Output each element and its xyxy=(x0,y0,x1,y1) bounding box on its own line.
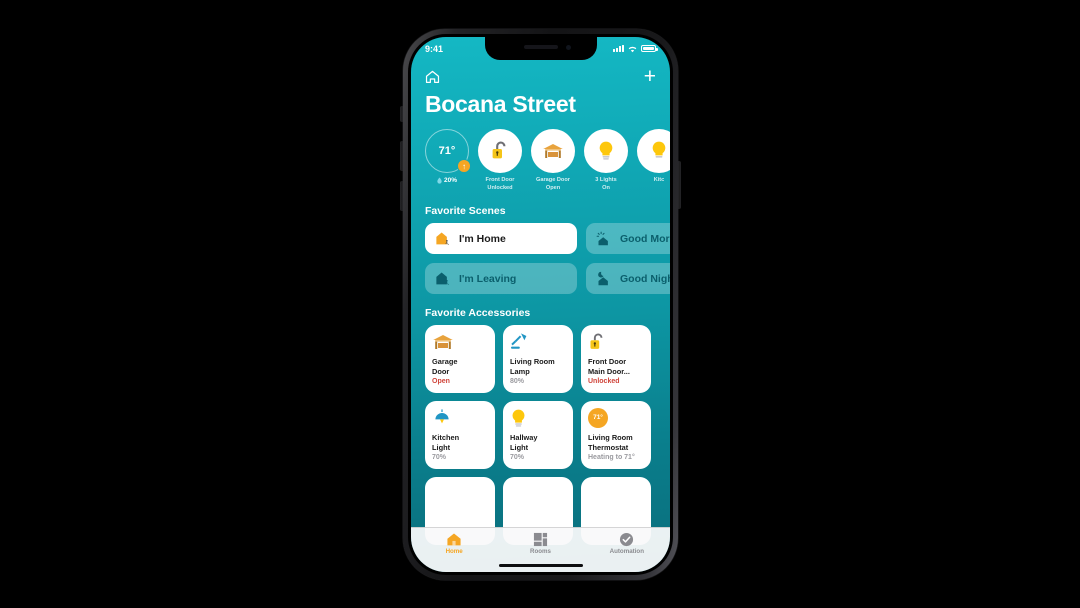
accessory-kitchen-light[interactable]: Kitchen Light 70% xyxy=(425,401,495,470)
house-walking-icon xyxy=(435,271,452,286)
scene-label: I'm Home xyxy=(459,232,506,245)
lightbulb-icon xyxy=(584,129,628,173)
earpiece-speaker xyxy=(523,45,558,49)
status-bubble-kitchen[interactable]: Kitc xyxy=(637,129,670,192)
front-camera xyxy=(565,45,571,50)
scene-label: Good Night xyxy=(620,272,670,285)
status-bubbles: 71° ↑ 20% Front Door Unlocked Garage Doo… xyxy=(411,118,670,192)
phone-bezel: 9:41 + Bocana Street 71° ↑ 20% Front Doo… xyxy=(408,34,673,575)
scene-label: I'm Leaving xyxy=(459,272,517,285)
accessory-name: Garage Door xyxy=(432,357,458,376)
status-bubble-label: 3 Lights On xyxy=(595,177,617,191)
accessory-status: 80% xyxy=(510,378,525,386)
status-bubble-label: Garage Door Open xyxy=(536,177,570,191)
home-indicator[interactable] xyxy=(498,563,583,567)
accessory-garage-door[interactable]: Garage Door Open xyxy=(425,325,495,394)
accessory-status: Heating to 71° xyxy=(588,454,635,462)
house-outline-icon[interactable] xyxy=(425,70,440,84)
nav-row: + xyxy=(411,60,670,87)
check-circle-icon xyxy=(584,532,670,547)
cellular-bars-icon xyxy=(613,45,624,52)
accessory-status: 70% xyxy=(432,454,447,462)
tab-label: Home xyxy=(445,548,463,555)
accessory-row-1: Garage Door Open Living Room Lamp 80% Fr… xyxy=(411,325,670,394)
unlocked-padlock-icon xyxy=(478,129,522,173)
accessory-living-room-lamp[interactable]: Living Room Lamp 80% xyxy=(503,325,573,394)
moon-house-icon xyxy=(596,271,613,286)
thermostat-icon: 71° xyxy=(588,408,644,430)
status-bubble-temperature[interactable]: 71° ↑ 20% xyxy=(425,129,471,192)
accessory-name: Living Room Thermostat xyxy=(588,433,633,452)
accessory-status: Open xyxy=(432,378,450,386)
status-bubble-label: Kitc xyxy=(653,177,665,183)
status-bubble-label: Front Door Unlocked xyxy=(485,177,515,191)
scene-im-home[interactable]: I'm Home xyxy=(425,223,577,255)
accessory-living-room-thermostat[interactable]: 71° Living Room Thermostat Heating to 71… xyxy=(581,401,651,470)
desk-lamp-icon xyxy=(510,332,566,354)
accessory-status: 70% xyxy=(510,454,525,462)
scene-im-leaving[interactable]: I'm Leaving xyxy=(425,263,577,295)
accessory-name: Living Room Lamp xyxy=(510,357,555,376)
scene-row-2: I'm Leaving Good Night xyxy=(411,263,670,295)
house-orange-icon xyxy=(435,231,452,246)
favorite-scenes-heading: Favorite Scenes xyxy=(425,205,506,218)
wifi-icon xyxy=(627,45,638,53)
app-content: + Bocana Street 71° ↑ 20% Front Door Unl… xyxy=(411,37,670,572)
accessory-name: Hallway Light xyxy=(510,433,538,452)
screenshot-root: 9:41 + Bocana Street 71° ↑ 20% Front Doo… xyxy=(0,0,1080,608)
thermostat-value: 71° xyxy=(588,408,608,429)
lightbulb-icon xyxy=(510,408,566,430)
pendant-light-icon xyxy=(432,408,488,430)
sun-house-icon xyxy=(596,231,613,246)
unlocked-padlock-icon xyxy=(588,332,644,354)
tab-home[interactable]: Home xyxy=(411,532,497,572)
tab-label: Automation xyxy=(609,548,644,555)
scene-label: Good Morning xyxy=(620,232,670,245)
accessory-front-door[interactable]: Front Door Main Door... Unlocked xyxy=(581,325,651,394)
add-button[interactable]: + xyxy=(644,66,656,87)
accessory-status: Unlocked xyxy=(588,378,620,386)
tab-automation[interactable]: Automation xyxy=(584,532,670,572)
house-filled-icon xyxy=(411,532,497,547)
scene-row-1: I'm Home Good Morning xyxy=(411,223,670,255)
scene-good-night[interactable]: Good Night xyxy=(586,263,670,295)
favorite-accessories-heading: Favorite Accessories xyxy=(425,307,531,320)
accessory-row-2: Kitchen Light 70% Hallway Light 70% 71° … xyxy=(411,401,670,470)
battery-icon xyxy=(641,44,658,53)
accessory-name: Kitchen Light xyxy=(432,433,460,452)
water-drop-icon xyxy=(437,177,442,184)
garage-icon xyxy=(432,332,488,354)
heating-arrow-badge: ↑ xyxy=(457,159,471,173)
humidity-readout: 20% xyxy=(425,177,469,184)
temperature-value: 71° xyxy=(438,145,456,157)
humidity-value: 20% xyxy=(443,177,457,184)
page-title: Bocana Street xyxy=(425,91,576,117)
status-bubble-garage-door[interactable]: Garage Door Open xyxy=(531,129,575,192)
lightbulb-icon xyxy=(637,129,670,173)
status-bar-time: 9:41 xyxy=(425,43,444,54)
temperature-ring: 71° ↑ xyxy=(425,129,471,173)
status-bubble-front-door[interactable]: Front Door Unlocked xyxy=(478,129,522,192)
phone-screen: 9:41 + Bocana Street 71° ↑ 20% Front Doo… xyxy=(411,37,670,572)
accessory-hallway-light[interactable]: Hallway Light 70% xyxy=(503,401,573,470)
garage-icon xyxy=(531,129,575,173)
status-bubble-lights[interactable]: 3 Lights On xyxy=(584,129,628,192)
rooms-grid-icon xyxy=(497,532,583,547)
scene-good-morning[interactable]: Good Morning xyxy=(586,223,670,255)
notch xyxy=(484,37,597,60)
accessory-name: Front Door Main Door... xyxy=(588,357,630,376)
phone-device: 9:41 + Bocana Street 71° ↑ 20% Front Doo… xyxy=(403,29,678,580)
tab-label: Rooms xyxy=(530,548,551,555)
